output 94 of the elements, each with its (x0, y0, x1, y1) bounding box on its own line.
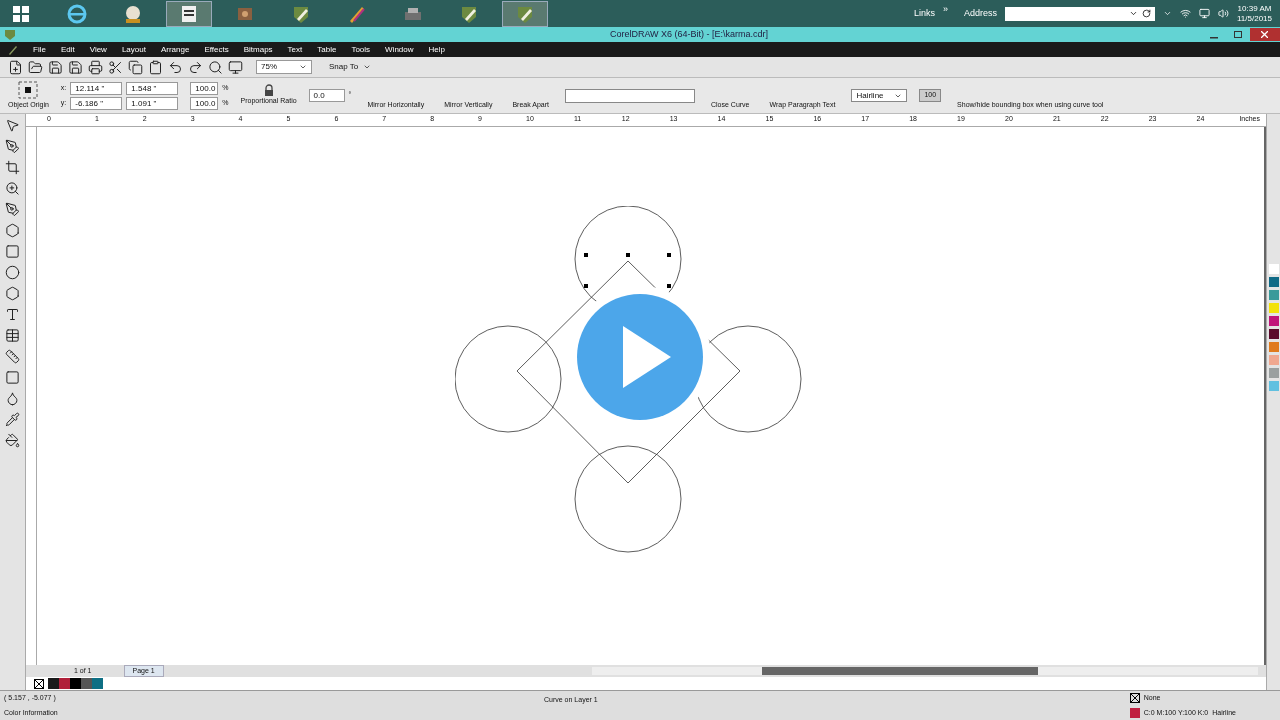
rectangle-icon[interactable] (5, 370, 20, 385)
line-style-selector[interactable] (565, 88, 695, 103)
height-field[interactable]: 1.091 " (126, 96, 179, 110)
undo-icon[interactable] (168, 59, 183, 75)
save-icon[interactable] (68, 59, 83, 75)
new-icon[interactable] (8, 59, 23, 75)
polygon-icon[interactable] (5, 286, 20, 301)
color-swatch[interactable] (1268, 381, 1279, 391)
network-icon[interactable] (1180, 8, 1191, 19)
search-icon[interactable] (208, 59, 223, 75)
width-field[interactable]: 1.548 " (126, 81, 179, 95)
pen-icon[interactable] (5, 202, 20, 217)
print-icon[interactable] (88, 59, 103, 75)
close-icon[interactable] (1261, 31, 1269, 38)
scale-field[interactable]: 100.0 (190, 96, 219, 110)
no-fill-icon (1129, 693, 1140, 704)
y-field[interactable]: -6.186 " (70, 96, 123, 110)
angle-field[interactable]: 0.0 (308, 89, 345, 102)
x-field[interactable]: 12.114 " (70, 81, 123, 95)
pen-icon[interactable] (5, 139, 20, 154)
crop-icon[interactable] (5, 160, 20, 175)
pointer-icon[interactable] (5, 118, 20, 133)
lock-icon (263, 84, 274, 97)
close-button[interactable] (1250, 28, 1280, 41)
windows-logo-icon[interactable] (12, 4, 30, 23)
menu-item[interactable]: View (89, 43, 107, 56)
menu-item[interactable]: Effects (204, 43, 229, 56)
cut-icon[interactable] (108, 59, 123, 75)
open-icon[interactable] (28, 59, 43, 75)
color-swatch[interactable] (70, 678, 81, 689)
menu-item[interactable]: Window (385, 43, 414, 56)
eyedropper-icon[interactable] (5, 412, 20, 427)
color-swatch[interactable] (1268, 355, 1279, 365)
color-swatch[interactable] (1268, 277, 1279, 287)
no-color-icon[interactable] (34, 678, 44, 689)
links-label[interactable]: Links (913, 6, 935, 21)
caret-icon[interactable] (1163, 9, 1172, 18)
color-swatch[interactable] (59, 678, 70, 689)
scale-field[interactable]: 100.0 (190, 81, 219, 95)
color-swatch[interactable] (92, 678, 103, 689)
ruler-icon[interactable] (5, 349, 20, 364)
save-icon[interactable] (48, 59, 63, 75)
monitor-icon[interactable] (1199, 8, 1210, 19)
address-field[interactable] (1005, 6, 1155, 21)
color-swatch[interactable] (1268, 316, 1279, 326)
color-swatch[interactable] (1268, 329, 1279, 339)
menu-item[interactable]: Bitmaps (243, 43, 273, 56)
text-icon[interactable] (5, 307, 20, 322)
copy-icon[interactable] (128, 59, 143, 75)
color-swatch[interactable] (1268, 368, 1279, 378)
color-swatch[interactable] (1268, 290, 1279, 300)
caret-icon (299, 63, 307, 71)
clock-time: 10:39 AM (1237, 3, 1272, 14)
menu-item[interactable]: Table (317, 43, 337, 56)
color-swatch[interactable] (48, 678, 59, 689)
fill-bucket-icon[interactable] (5, 433, 20, 448)
outline-swatch (1129, 707, 1140, 718)
browser-icon (66, 2, 88, 25)
zoom-icon[interactable] (5, 181, 20, 196)
volume-icon[interactable] (1218, 8, 1229, 19)
color-swatch[interactable] (1268, 342, 1279, 352)
paste-icon[interactable] (148, 59, 163, 75)
maximize-icon[interactable] (1234, 31, 1242, 38)
menu-item[interactable]: Tools (351, 43, 371, 56)
refresh-icon[interactable] (1142, 9, 1151, 18)
caret-icon[interactable] (363, 63, 372, 71)
display-icon[interactable] (228, 59, 243, 75)
menu-item[interactable]: Arrange (160, 43, 190, 56)
menu-item[interactable]: File (33, 43, 46, 56)
origin-grid-icon[interactable] (17, 80, 40, 101)
menu-item[interactable]: Edit (60, 43, 75, 56)
table-icon[interactable] (5, 328, 20, 343)
menu-item[interactable]: Text (287, 43, 303, 56)
taskbar-app[interactable] (166, 0, 212, 27)
outline-width-dropdown[interactable]: Hairline (851, 89, 908, 102)
horizontal-scrollbar[interactable] (591, 667, 1258, 675)
clock-date: 11/5/2015 (1237, 13, 1272, 24)
dropdown-icon[interactable] (1129, 9, 1138, 18)
color-swatch[interactable] (81, 678, 92, 689)
redo-icon[interactable] (188, 59, 203, 75)
taskbar-app[interactable] (502, 0, 548, 27)
snap-to-button[interactable]: Snap To (329, 61, 359, 73)
address-label: Address (963, 6, 997, 20)
window-title: CorelDRAW X6 (64-Bit) - [E:\karma.cdr] (608, 27, 769, 41)
menu-item[interactable]: Help (428, 43, 445, 56)
color-swatch[interactable] (1268, 303, 1279, 313)
drop-icon[interactable] (5, 391, 20, 406)
polygon-icon[interactable] (5, 223, 20, 238)
menu-item[interactable]: Layout (121, 43, 146, 56)
rectangle-icon[interactable] (5, 244, 20, 259)
chevron-label[interactable]: » (942, 2, 948, 17)
color-swatch[interactable] (1268, 264, 1279, 274)
zoom-dropdown[interactable]: 75% (256, 60, 312, 74)
ellipse-icon[interactable] (5, 265, 20, 280)
